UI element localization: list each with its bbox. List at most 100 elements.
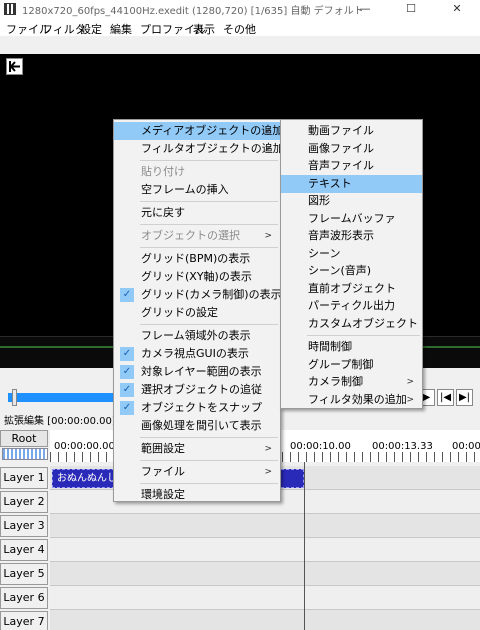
- layer-5-button[interactable]: Layer 5: [0, 563, 48, 585]
- submenu-item-7[interactable]: シーン: [281, 245, 422, 263]
- maximize-button[interactable]: ☐: [388, 0, 434, 18]
- seek-track[interactable]: [8, 393, 118, 402]
- layer-1-button[interactable]: Layer 1: [0, 467, 48, 489]
- title-bar: 1280x720_60fps_44100Hz.exedit (1280,720)…: [0, 0, 480, 18]
- menu-other[interactable]: その他: [223, 21, 256, 37]
- submenu-item-2[interactable]: 音声ファイル: [281, 157, 422, 175]
- submenu-item-label: カメラ制御: [308, 375, 363, 388]
- layer-row-3[interactable]: [50, 514, 480, 538]
- layer-row-7[interactable]: [50, 610, 480, 630]
- checkmark-icon: ✓: [120, 288, 134, 302]
- menu-separator: [140, 324, 278, 325]
- submenu-item-label: フィルタ効果の追加: [308, 392, 407, 406]
- prev-frame-button[interactable]: |◀: [437, 389, 454, 406]
- context-menu-item-label: 範囲設定: [141, 442, 185, 455]
- submenu-item-13[interactable]: 時間制御: [281, 338, 422, 356]
- submenu-arrow-icon: >: [264, 467, 272, 477]
- menu-edit[interactable]: 編集: [110, 21, 132, 37]
- context-menu-item-24[interactable]: ファイル >: [114, 463, 280, 481]
- submenu-item-3[interactable]: テキスト: [281, 174, 422, 193]
- submenu-item-16[interactable]: フィルタ効果の追加 >: [281, 391, 422, 409]
- context-menu-item-1[interactable]: フィルタオブジェクトの追加 >: [114, 140, 284, 158]
- back-to-start-icon[interactable]: [6, 58, 23, 75]
- context-menu-item-label: グリッド(BPM)の表示: [141, 252, 251, 265]
- submenu-item-label: 図形: [308, 194, 330, 207]
- context-menu-item-label: フィルタオブジェクトの追加: [141, 142, 284, 155]
- submenu-item-14[interactable]: グループ制御: [281, 356, 422, 374]
- menu-separator: [140, 160, 278, 161]
- context-menu-item-label: 選択オブジェクトの追従: [141, 383, 262, 396]
- layer-7-button[interactable]: Layer 7: [0, 611, 48, 630]
- context-menu-item-15[interactable]: フレーム領域外の表示: [114, 327, 280, 345]
- submenu-item-label: フレームバッファ: [308, 211, 396, 225]
- context-menu-item-26[interactable]: 環境設定: [114, 486, 280, 504]
- submenu-item-label: 音声波形表示: [308, 229, 374, 242]
- context-menu-item-11[interactable]: グリッド(XY軸)の表示: [114, 268, 280, 286]
- ruler-label: 00:00:00.00: [54, 441, 115, 452]
- context-menu-item-8: オブジェクトの選択 >: [114, 227, 280, 245]
- zoom-slider[interactable]: [2, 448, 48, 460]
- context-menu-item-label: ファイル: [141, 465, 185, 478]
- submenu-item-5[interactable]: フレームバッファ: [281, 210, 422, 228]
- context-menu-item-18[interactable]: 選択オブジェクトの追従 ✓: [114, 381, 280, 399]
- window-title: 1280x720_60fps_44100Hz.exedit (1280,720)…: [22, 6, 364, 17]
- menu-bar: ファイル フィルタ 設定 編集 プロファイル 表示 その他: [0, 18, 480, 36]
- context-menu-item-label: 環境設定: [141, 488, 185, 501]
- submenu-item-15[interactable]: カメラ制御 >: [281, 373, 422, 391]
- submenu-item-0[interactable]: 動画ファイル: [281, 122, 422, 140]
- seek-handle[interactable]: [12, 389, 17, 406]
- layer-row-5[interactable]: [50, 562, 480, 586]
- context-menu-item-4[interactable]: 空フレームの挿入: [114, 181, 280, 199]
- context-menu-item-6[interactable]: 元に戻す: [114, 204, 280, 222]
- context-menu-item-22[interactable]: 範囲設定 >: [114, 440, 280, 458]
- menu-separator: [140, 437, 278, 438]
- context-menu-item-16[interactable]: カメラ視点GUIの表示 ✓: [114, 345, 280, 363]
- submenu-item-11[interactable]: カスタムオブジェクト: [281, 315, 422, 333]
- current-time-line: [304, 462, 305, 630]
- menu-separator: [140, 247, 278, 248]
- submenu-item-6[interactable]: 音声波形表示: [281, 227, 422, 245]
- submenu-arrow-icon: >: [264, 144, 272, 154]
- submenu-item-label: 直前オブジェクト: [308, 281, 396, 295]
- context-menu-item-3: 貼り付け: [114, 163, 280, 181]
- submenu-item-label: シーン(音声): [308, 264, 372, 277]
- submenu-item-10[interactable]: パーティクル出力: [281, 297, 422, 315]
- context-menu-item-label: 画像処理を間引いて表示: [141, 419, 262, 432]
- layer-4-button[interactable]: Layer 4: [0, 539, 48, 561]
- menu-separator: [140, 201, 278, 202]
- context-menu-item-17[interactable]: 対象レイヤー範囲の表示 ✓: [114, 363, 280, 381]
- context-menu-item-label: グリッドの設定: [141, 306, 218, 319]
- ruler-label: 00:00:10.00: [290, 441, 351, 452]
- layer-row-6[interactable]: [50, 586, 480, 610]
- layer-3-button[interactable]: Layer 3: [0, 515, 48, 537]
- layer-row-4[interactable]: [50, 538, 480, 562]
- minimize-button[interactable]: —: [342, 0, 388, 18]
- submenu-item-9[interactable]: 直前オブジェクト: [281, 280, 422, 298]
- context-menu-item-13[interactable]: グリッドの設定: [114, 304, 280, 322]
- layer-6-button[interactable]: Layer 6: [0, 587, 48, 609]
- next-frame-button[interactable]: ▶|: [456, 389, 473, 406]
- checkmark-icon: ✓: [120, 347, 134, 361]
- context-menu-item-10[interactable]: グリッド(BPM)の表示: [114, 250, 280, 268]
- root-button[interactable]: Root: [0, 430, 48, 447]
- menu-view[interactable]: 表示: [193, 21, 215, 37]
- submenu-arrow-icon: >: [264, 444, 272, 454]
- submenu-item-label: 動画ファイル: [308, 124, 374, 137]
- layer-2-button[interactable]: Layer 2: [0, 491, 48, 513]
- submenu-item-label: テキスト: [308, 176, 352, 190]
- submenu-item-4[interactable]: 図形: [281, 192, 422, 210]
- context-menu-item-label: グリッド(カメラ制御)の表示: [141, 288, 282, 301]
- context-menu-item-label: 対象レイヤー範囲の表示: [141, 365, 262, 378]
- context-menu-item-0[interactable]: メディアオブジェクトの追加 >: [114, 122, 283, 140]
- menu-settings[interactable]: 設定: [80, 21, 102, 37]
- context-menu-item-12[interactable]: グリッド(カメラ制御)の表示 ✓: [114, 286, 282, 304]
- submenu-item-1[interactable]: 画像ファイル: [281, 140, 422, 158]
- context-menu-item-label: オブジェクトの選択: [141, 229, 240, 242]
- submenu-item-8[interactable]: シーン(音声): [281, 262, 422, 280]
- context-menu-item-19[interactable]: オブジェクトをスナップ ✓: [114, 399, 280, 417]
- close-button[interactable]: ✕: [434, 0, 480, 18]
- submenu-item-label: 音声ファイル: [308, 159, 374, 172]
- submenu-item-label: 時間制御: [308, 340, 352, 353]
- context-menu-item-20[interactable]: 画像処理を間引いて表示: [114, 417, 280, 435]
- submenu-item-label: グループ制御: [308, 357, 374, 371]
